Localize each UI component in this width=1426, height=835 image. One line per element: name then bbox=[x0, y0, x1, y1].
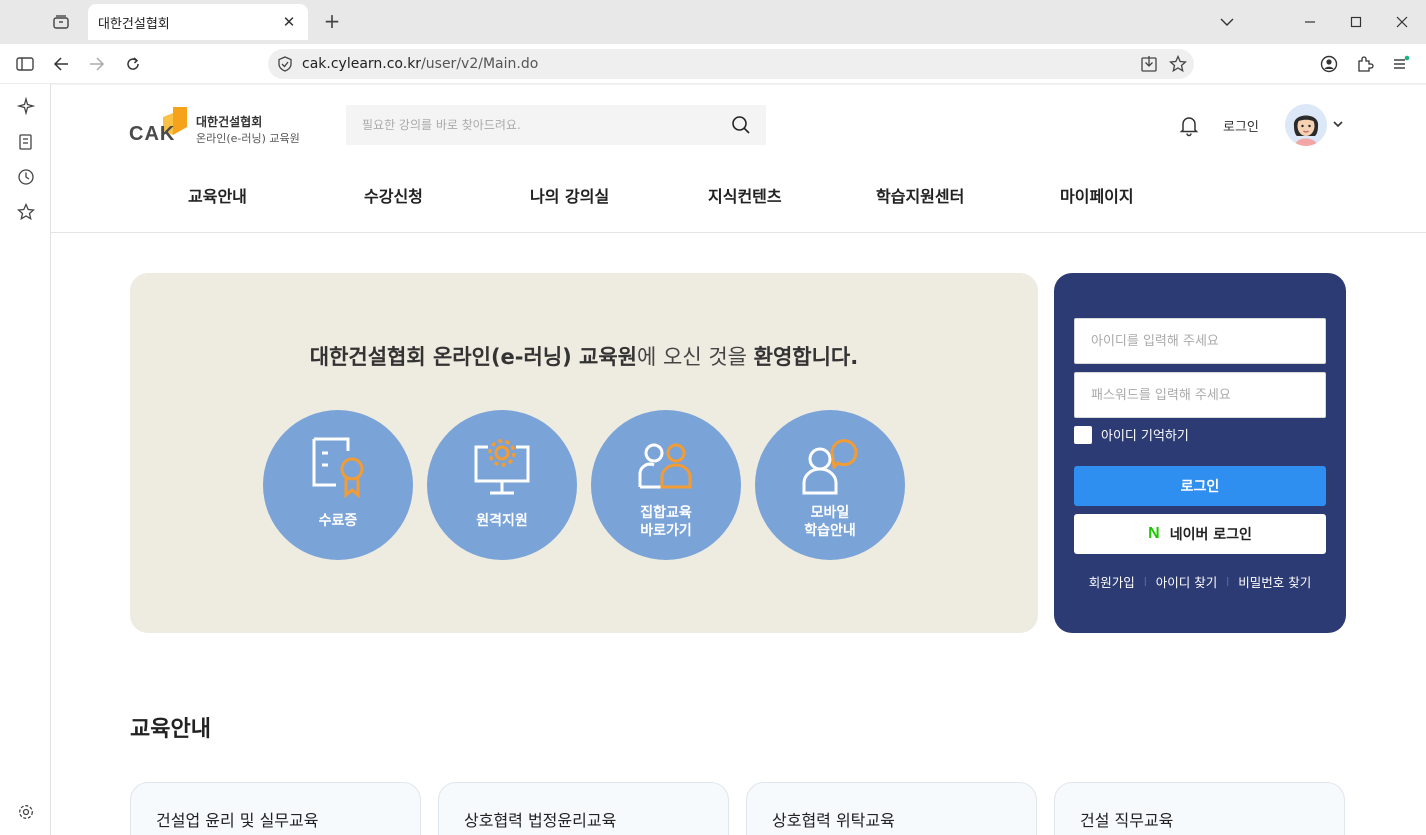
divider: | bbox=[1226, 576, 1230, 587]
chevron-down-icon[interactable] bbox=[1331, 117, 1345, 131]
nav-my-page[interactable]: 마이페이지 bbox=[1060, 183, 1134, 207]
browser-tab[interactable]: 대한건설협회 ✕ bbox=[88, 4, 308, 40]
search-icon[interactable] bbox=[730, 114, 752, 136]
card-title: 상호협력 법정윤리교육 bbox=[464, 811, 617, 830]
naver-login-button[interactable]: N 네이버 로그인 bbox=[1074, 514, 1326, 554]
favorites-star-icon[interactable] bbox=[14, 200, 38, 224]
address-bar[interactable]: cak.cylearn.co.kr/user/v2/Main.do bbox=[268, 49, 1194, 79]
mobile-learning-shortcut[interactable]: 모바일 학습안내 bbox=[755, 410, 905, 560]
back-button[interactable] bbox=[49, 52, 73, 76]
login-panel: 아이디 기억하기 로그인 N 네이버 로그인 회원가입 | 아이디 찾기 | 비… bbox=[1054, 273, 1346, 633]
hero-banner: 대한건설협회 온라인(e-러닝) 교육원에 오신 것을 환영합니다. 수료증 원… bbox=[130, 273, 1038, 633]
logo-subtitle: 온라인(e-러닝) 교육원 bbox=[196, 132, 300, 145]
education-card[interactable]: 상호협력 법정윤리교육 bbox=[438, 782, 729, 835]
forward-button[interactable] bbox=[85, 52, 109, 76]
install-app-icon[interactable] bbox=[1137, 52, 1161, 76]
new-tab-button[interactable]: + bbox=[320, 10, 344, 34]
login-button[interactable]: 로그인 bbox=[1074, 466, 1326, 506]
card-title: 건설 직무교육 bbox=[1080, 811, 1174, 830]
find-password-link[interactable]: 비밀번호 찾기 bbox=[1238, 572, 1311, 591]
url-host: cak.cylearn.co.kr bbox=[302, 56, 422, 72]
logo-org-name: 대한건설협회 bbox=[196, 115, 263, 129]
maximize-button[interactable] bbox=[1344, 10, 1368, 34]
certificate-icon bbox=[312, 437, 364, 499]
education-card[interactable]: 건설 직무교육 bbox=[1054, 782, 1345, 835]
bookmark-star-icon[interactable] bbox=[1166, 52, 1190, 76]
main-navigation: 교육안내 수강신청 나의 강의실 지식컨텐츠 학습지원센터 마이페이지 bbox=[51, 177, 1426, 233]
welcome-title-org: 대한건설협회 온라인(e-러닝) 교육원 bbox=[309, 345, 638, 369]
group-people-icon bbox=[638, 443, 692, 489]
remote-support-icon bbox=[474, 439, 530, 495]
nav-education-info[interactable]: 교육안내 bbox=[188, 183, 247, 207]
search-box bbox=[346, 105, 766, 145]
signup-link[interactable]: 회원가입 bbox=[1089, 572, 1135, 591]
nav-course-registration[interactable]: 수강신청 bbox=[364, 183, 423, 207]
remember-id-checkbox[interactable] bbox=[1074, 425, 1092, 444]
education-section-title: 교육안내 bbox=[130, 717, 211, 742]
certificate-shortcut[interactable]: 수료증 bbox=[263, 410, 413, 560]
card-title: 건설업 윤리 및 실무교육 bbox=[156, 811, 319, 830]
divider: | bbox=[1143, 576, 1147, 587]
avatar[interactable] bbox=[1285, 104, 1327, 146]
bell-icon[interactable] bbox=[1177, 113, 1201, 137]
nav-learning-support[interactable]: 학습지원센터 bbox=[876, 183, 964, 207]
search-input[interactable] bbox=[362, 118, 722, 132]
window-close-button[interactable] bbox=[1390, 10, 1414, 34]
settings-gear-icon[interactable] bbox=[14, 800, 38, 824]
profile-icon[interactable] bbox=[1317, 52, 1341, 76]
remember-id: 아이디 기억하기 bbox=[1074, 425, 1189, 444]
browser-sidebar bbox=[0, 84, 51, 835]
naver-icon: N bbox=[1148, 525, 1160, 542]
browser-tab-bar: 대한건설협회 ✕ + bbox=[0, 0, 1426, 44]
remember-id-label[interactable]: 아이디 기억하기 bbox=[1101, 425, 1189, 444]
site-info-icon[interactable] bbox=[273, 52, 297, 76]
header-login-link[interactable]: 로그인 bbox=[1223, 116, 1259, 135]
user-id-input[interactable] bbox=[1074, 318, 1326, 364]
menu-icon[interactable] bbox=[1389, 52, 1413, 76]
nav-knowledge-contents[interactable]: 지식컨텐츠 bbox=[708, 183, 782, 207]
url-path: /user/v2/Main.do bbox=[421, 56, 539, 72]
card-title: 상호협력 위탁교육 bbox=[772, 811, 895, 830]
browser-toolbar: cak.cylearn.co.kr/user/v2/Main.do bbox=[0, 44, 1426, 84]
site-logo[interactable]: CAK 대한건설협회 온라인(e-러닝) 교육원 bbox=[129, 105, 319, 147]
tab-actions-icon[interactable] bbox=[48, 10, 74, 34]
education-card[interactable]: 건설업 윤리 및 실무교육 bbox=[130, 782, 421, 835]
mobile-chat-icon bbox=[802, 439, 858, 495]
welcome-title-mid: 에 오신 것을 bbox=[637, 345, 754, 369]
certificate-label: 수료증 bbox=[318, 513, 358, 529]
remote-support-label: 원격지원 bbox=[476, 513, 528, 529]
group-education-shortcut[interactable]: 집합교육 바로가기 bbox=[591, 410, 741, 560]
sidebar-toggle-icon[interactable] bbox=[13, 52, 37, 76]
extensions-icon[interactable] bbox=[1353, 52, 1377, 76]
sparkle-icon[interactable] bbox=[14, 94, 38, 118]
history-icon[interactable] bbox=[14, 165, 38, 189]
nav-my-classroom[interactable]: 나의 강의실 bbox=[530, 183, 609, 207]
tab-title: 대한건설협회 bbox=[98, 16, 170, 32]
logo-text: CAK bbox=[129, 123, 176, 145]
close-icon[interactable]: ✕ bbox=[280, 13, 298, 31]
education-card[interactable]: 상호협력 위탁교육 bbox=[746, 782, 1037, 835]
reload-button[interactable] bbox=[121, 52, 145, 76]
minimize-button[interactable] bbox=[1298, 10, 1322, 34]
naver-login-label: 네이버 로그인 bbox=[1169, 527, 1252, 543]
remote-support-shortcut[interactable]: 원격지원 bbox=[427, 410, 577, 560]
chevron-down-icon[interactable] bbox=[1215, 10, 1239, 34]
welcome-title-end: 환영합니다. bbox=[753, 345, 859, 369]
mobile-learning-label: 모바일 학습안내 bbox=[804, 505, 856, 539]
find-id-link[interactable]: 아이디 찾기 bbox=[1156, 572, 1217, 591]
web-page: CAK 대한건설협회 온라인(e-러닝) 교육원 로그인 교육안내 수강신청 나… bbox=[51, 85, 1426, 835]
password-input[interactable] bbox=[1074, 372, 1326, 418]
welcome-title: 대한건설협회 온라인(e-러닝) 교육원에 오신 것을 환영합니다. bbox=[130, 341, 1038, 371]
group-education-label: 집합교육 바로가기 bbox=[640, 505, 692, 539]
account-links: 회원가입 | 아이디 찾기 | 비밀번호 찾기 bbox=[1054, 572, 1346, 591]
save-to-collection-icon[interactable] bbox=[14, 130, 38, 154]
